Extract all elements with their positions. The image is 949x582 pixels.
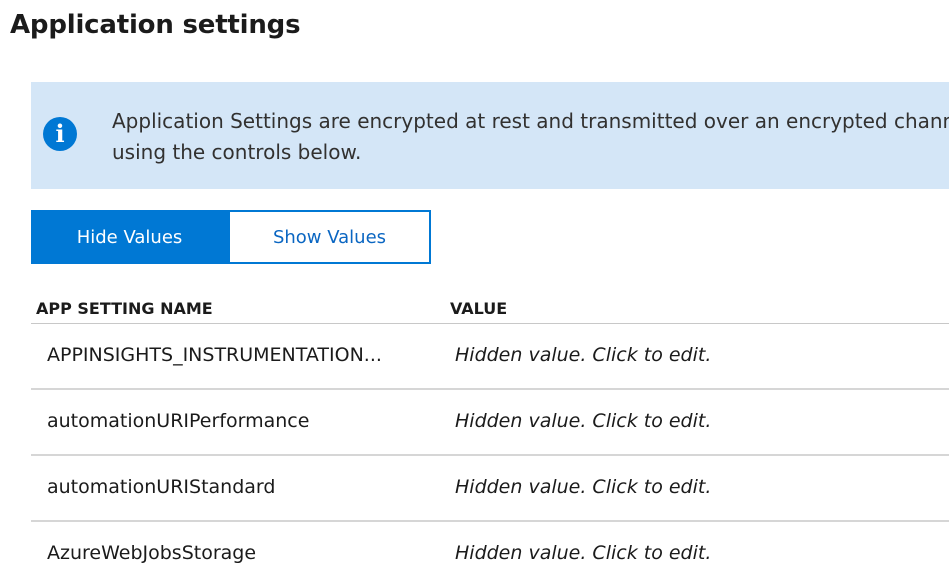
- info-icon: i: [43, 117, 77, 151]
- setting-value[interactable]: Hidden value. Click to edit.: [455, 344, 711, 366]
- setting-value[interactable]: Hidden value. Click to edit.: [455, 542, 711, 564]
- column-header-value: VALUE: [450, 299, 508, 318]
- info-text: Application Settings are encrypted at re…: [112, 106, 949, 168]
- info-text-line2: using the controls below.: [112, 140, 362, 164]
- setting-name: automationURIPerformance: [47, 410, 310, 432]
- show-values-button[interactable]: Show Values: [228, 210, 431, 264]
- setting-name: APPINSIGHTS_INSTRUMENTATION...: [47, 344, 382, 366]
- setting-name: AzureWebJobsStorage: [47, 542, 257, 564]
- page-title: Application settings: [10, 10, 301, 40]
- app-settings-page: Application settings i Application Setti…: [0, 0, 949, 582]
- table-row[interactable]: automationURIStandard Hidden value. Clic…: [31, 456, 949, 522]
- table-header: APP SETTING NAME VALUE: [31, 293, 949, 324]
- info-text-line1: Application Settings are encrypted at re…: [112, 109, 949, 133]
- column-header-name: APP SETTING NAME: [36, 299, 213, 318]
- app-settings-table: APP SETTING NAME VALUE APPINSIGHTS_INSTR…: [31, 293, 949, 582]
- hide-values-button[interactable]: Hide Values: [31, 210, 228, 264]
- table-row[interactable]: APPINSIGHTS_INSTRUMENTATION... Hidden va…: [31, 324, 949, 390]
- values-visibility-toggle: Hide Values Show Values: [31, 210, 431, 264]
- setting-value[interactable]: Hidden value. Click to edit.: [455, 410, 711, 432]
- table-row[interactable]: automationURIPerformance Hidden value. C…: [31, 390, 949, 456]
- info-banner: i Application Settings are encrypted at …: [31, 82, 949, 189]
- table-row[interactable]: AzureWebJobsStorage Hidden value. Click …: [31, 522, 949, 582]
- setting-value[interactable]: Hidden value. Click to edit.: [455, 476, 711, 498]
- setting-name: automationURIStandard: [47, 476, 276, 498]
